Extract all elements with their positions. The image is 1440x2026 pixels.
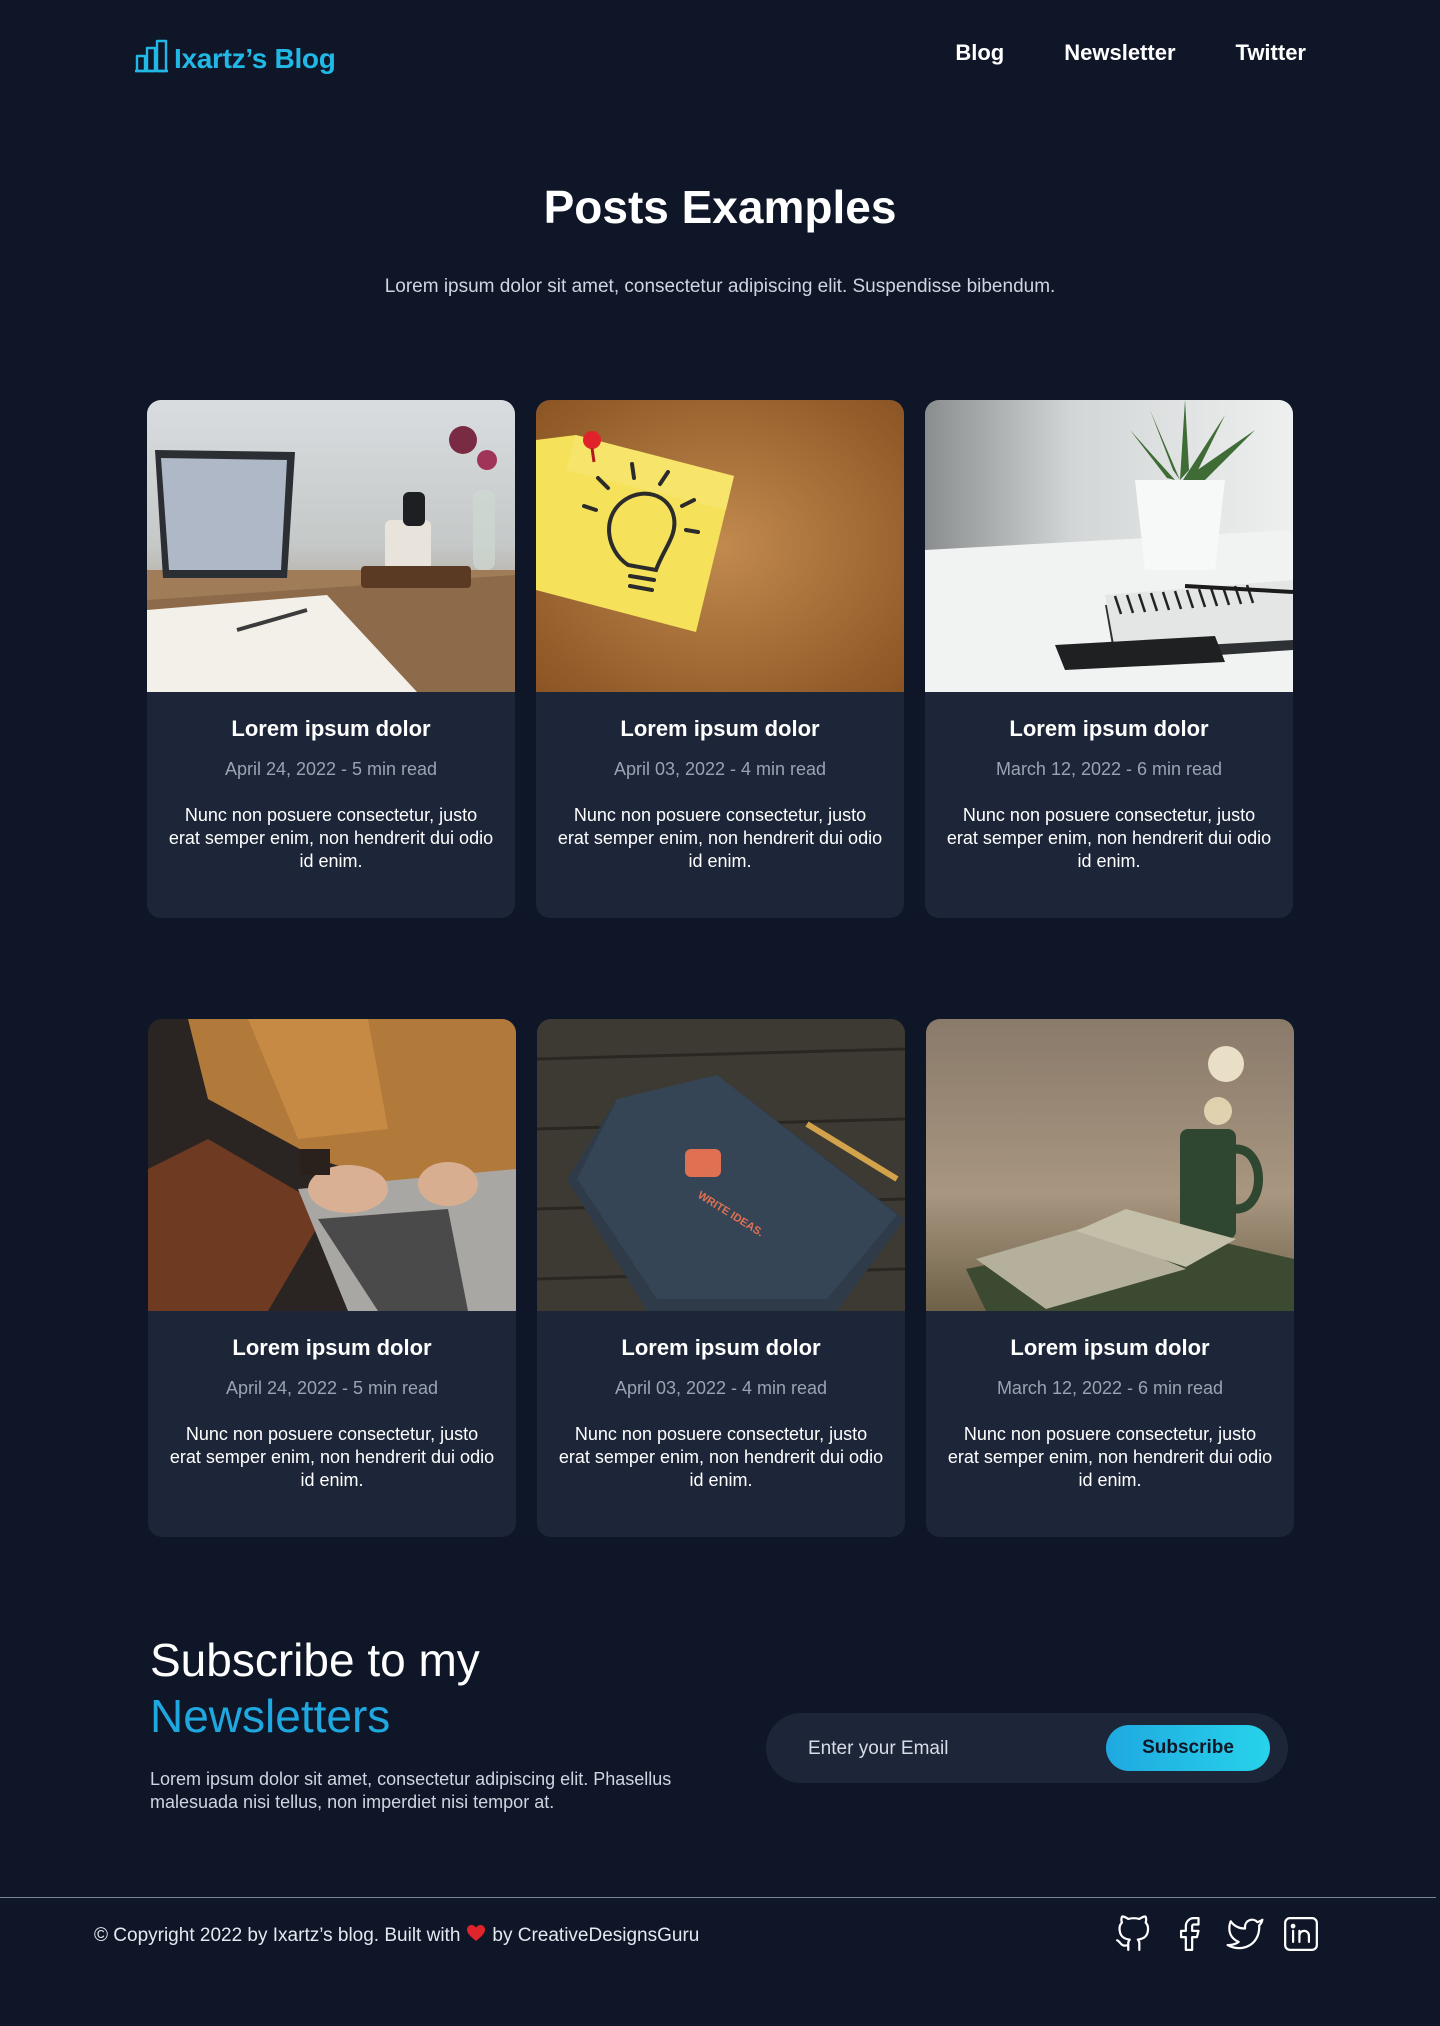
page-subtitle: Lorem ipsum dolor sit amet, consectetur … (384, 276, 1056, 297)
heart-icon (466, 1924, 486, 1948)
subscribe-button[interactable]: Subscribe (1106, 1725, 1270, 1771)
subscribe-heading: Subscribe to my Newsletters (150, 1632, 480, 1744)
subscribe-form: Subscribe (766, 1713, 1288, 1783)
post-meta: April 03, 2022 - 4 min read (614, 1378, 828, 1398)
lightbulb-sticky-note-photo (536, 400, 904, 692)
post-excerpt: Nunc non posuere consectetur, justo erat… (557, 805, 883, 871)
post-meta: April 24, 2022 - 5 min read (225, 1378, 439, 1398)
copyright: © Copyright 2022 by Ixartz’s blog. Built… (94, 1924, 699, 1948)
post-title[interactable]: Lorem ipsum dolor (925, 716, 1293, 742)
facebook-icon[interactable] (1170, 1915, 1208, 1953)
main-nav: Blog Newsletter Twitter (955, 40, 1306, 66)
post-title[interactable]: Lorem ipsum dolor (536, 716, 904, 742)
post-card[interactable]: Lorem ipsum dolor March 12, 2022 - 6 min… (925, 400, 1293, 918)
post-meta: April 03, 2022 - 4 min read (613, 759, 827, 779)
coffee-book-photo (926, 1019, 1294, 1311)
post-excerpt: Nunc non posuere consectetur, justo erat… (169, 1424, 495, 1490)
post-excerpt: Nunc non posuere consectetur, justo erat… (946, 805, 1272, 871)
footer-divider (0, 1897, 1436, 1898)
laptop-desk-photo (147, 400, 515, 692)
post-excerpt: Nunc non posuere consectetur, justo erat… (947, 1424, 1273, 1490)
post-title[interactable]: Lorem ipsum dolor (537, 1335, 905, 1361)
page-title: Posts Examples (543, 181, 897, 233)
site-header: Ixartz’s Blog Blog Newsletter Twitter (0, 0, 1440, 110)
notebook-plant-photo (925, 400, 1293, 692)
linkedin-icon[interactable] (1282, 1915, 1320, 1953)
post-card[interactable]: Lorem ipsum dolor April 24, 2022 - 5 min… (147, 400, 515, 918)
post-title[interactable]: Lorem ipsum dolor (148, 1335, 516, 1361)
site-logo[interactable]: Ixartz’s Blog (134, 38, 336, 79)
subscribe-description: Lorem ipsum dolor sit amet, consectetur … (150, 1769, 672, 1812)
social-links (1114, 1915, 1320, 1953)
post-title[interactable]: Lorem ipsum dolor (147, 716, 515, 742)
post-meta: April 24, 2022 - 5 min read (224, 759, 438, 779)
post-excerpt: Nunc non posuere consectetur, justo erat… (558, 1424, 884, 1490)
email-input[interactable] (806, 1731, 1100, 1767)
post-excerpt: Nunc non posuere consectetur, justo erat… (168, 805, 494, 871)
copyright-credit: by CreativeDesignsGuru (492, 1925, 700, 1946)
nav-link-blog[interactable]: Blog (955, 40, 1004, 66)
subscribe-heading-accent: Newsletters (150, 1690, 391, 1742)
post-meta: March 12, 2022 - 6 min read (996, 1378, 1224, 1398)
post-card[interactable]: Lorem ipsum dolor April 03, 2022 - 4 min… (536, 400, 904, 918)
post-card[interactable]: Lorem ipsum dolor March 12, 2022 - 6 min… (926, 1019, 1294, 1537)
person-typing-laptop-photo (148, 1019, 516, 1311)
post-card[interactable]: Lorem ipsum dolor April 24, 2022 - 5 min… (148, 1019, 516, 1537)
copyright-text: © Copyright 2022 by Ixartz’s blog. Built… (94, 1925, 461, 1946)
logo-text: Ixartz’s Blog (174, 42, 336, 74)
subscribe-heading-line: Subscribe to my (150, 1634, 480, 1686)
post-meta: March 12, 2022 - 6 min read (995, 759, 1223, 779)
post-title[interactable]: Lorem ipsum dolor (926, 1335, 1294, 1361)
twitter-icon[interactable] (1226, 1915, 1264, 1953)
post-card[interactable]: WRITE IDEAS. Lorem ipsum dolor April 03,… (537, 1019, 905, 1537)
bar-chart-icon (134, 38, 170, 79)
nav-link-twitter[interactable]: Twitter (1236, 40, 1306, 66)
nav-link-newsletter[interactable]: Newsletter (1064, 40, 1175, 66)
write-ideas-notebook-photo: WRITE IDEAS. (537, 1019, 905, 1311)
github-icon[interactable] (1114, 1915, 1152, 1953)
